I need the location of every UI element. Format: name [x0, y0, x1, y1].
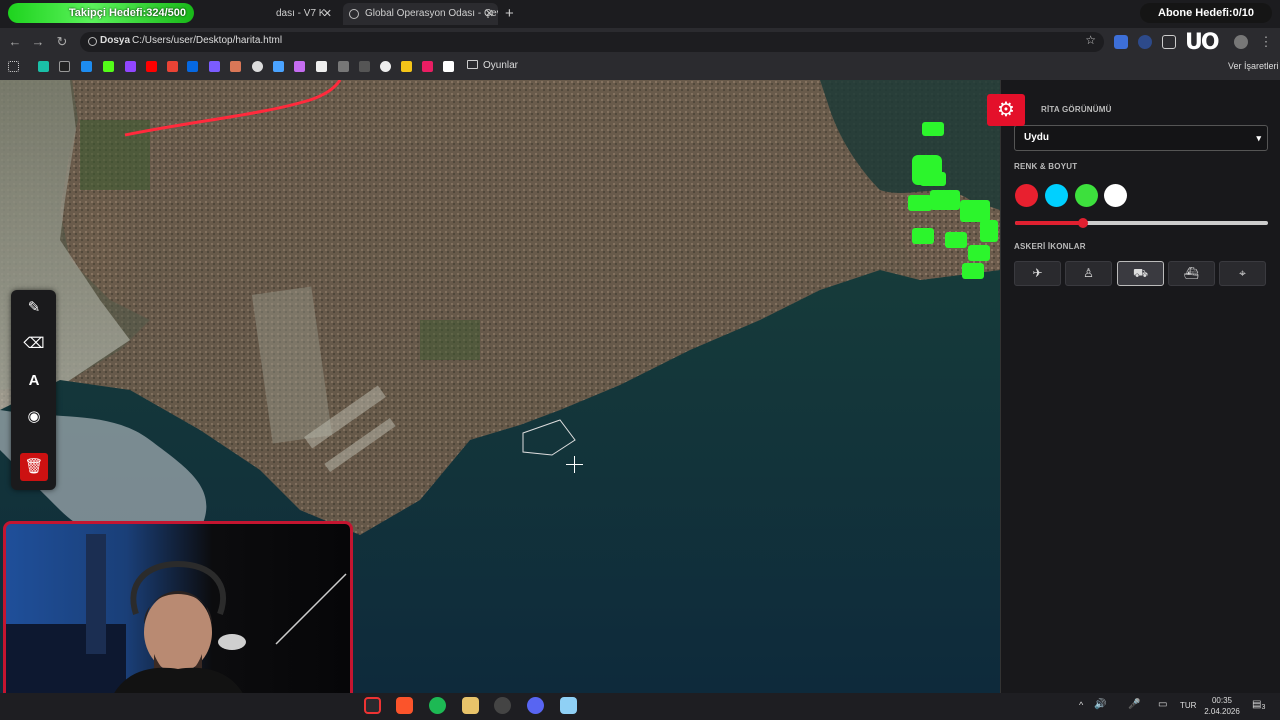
system-clock[interactable]: 00:35 2.04.2026 — [1196, 695, 1248, 717]
military-icons-label: ASKERİ İKONLAR — [1014, 242, 1086, 251]
streamer-video — [6, 534, 347, 713]
settings-gear-icon[interactable]: ⚙ — [987, 94, 1025, 126]
chevron-down-icon: ▾ — [1256, 133, 1261, 143]
browser-tab-active[interactable]: Global Operasyon Odası - Çev ✕ — [343, 3, 498, 25]
folder-icon — [467, 60, 478, 69]
size-slider-handle[interactable] — [1078, 218, 1089, 228]
close-icon[interactable]: ✕ — [485, 3, 494, 25]
close-icon[interactable]: ✕ — [323, 3, 332, 25]
text-tool-icon[interactable]: A — [20, 367, 48, 395]
volume-icon[interactable]: 🔊 — [1094, 699, 1106, 710]
tab-title: Global Operasyon Odası - Çev — [365, 8, 498, 19]
translate-icon[interactable] — [1114, 35, 1128, 49]
spotify-taskbar-icon[interactable] — [429, 697, 446, 714]
reload-icon[interactable]: ↻ — [54, 34, 70, 50]
bookmark-icon[interactable] — [294, 61, 305, 72]
bluesky-icon[interactable] — [81, 61, 92, 72]
eraser-icon[interactable]: ⌫ — [20, 330, 48, 358]
back-arrow-icon[interactable]: ← — [7, 34, 23, 49]
claude-icon[interactable] — [230, 61, 241, 72]
ship-icon[interactable]: ⛴ — [1168, 261, 1215, 286]
bookmark-icon[interactable] — [38, 61, 49, 72]
youtube-icon[interactable] — [146, 61, 157, 72]
color-swatch-cyan[interactable] — [1045, 184, 1068, 207]
pencil-icon[interactable]: ✎ — [20, 294, 48, 322]
twitch-icon[interactable] — [125, 61, 136, 72]
meta-icon[interactable] — [187, 61, 198, 72]
map-view-label: RİTA GÖRÜNÜMÜ — [1041, 105, 1112, 114]
extensions-icon[interactable] — [1162, 35, 1176, 49]
apps-grid-icon[interactable] — [8, 61, 19, 72]
plane-icon[interactable]: ✈ — [1014, 261, 1061, 286]
browser-toolbar: ← → ↻ Dosya C:/Users/user/Desktop/harita… — [0, 28, 1280, 56]
new-tab-button[interactable]: + — [505, 3, 519, 25]
globe-icon — [349, 9, 359, 19]
channel-logo: U​O — [1185, 30, 1220, 55]
bookmark-icon[interactable] — [359, 61, 370, 72]
chatgpt-icon[interactable] — [252, 61, 263, 72]
url-text[interactable]: C:/Users/user/Desktop/harita.html — [132, 35, 282, 46]
settings-panel: RİTA GÖRÜNÜMÜ Uydu ▾ RENK & BOYUT ASKERİ… — [1000, 80, 1280, 693]
clock-time: 00:35 — [1211, 696, 1233, 705]
clock-date: 2.04.2026 — [1204, 707, 1240, 716]
scheme-label: Dosya — [100, 35, 131, 46]
bookmark-icon[interactable] — [443, 61, 454, 72]
x-icon[interactable] — [59, 61, 70, 72]
avatar[interactable] — [1234, 35, 1248, 49]
folder-label: Oyunlar — [483, 60, 519, 71]
gmail-icon[interactable] — [167, 61, 178, 72]
subscriber-goal-overlay: Abone Hedefi:0/10 — [1140, 3, 1272, 23]
tab-title: dası - V7 K — [276, 8, 326, 19]
soldier-icon[interactable]: ♙ — [1065, 261, 1112, 286]
file-explorer-icon[interactable] — [462, 697, 479, 714]
browser-tab-bar: Takipçi Hedefi:324/500 dası - V7 K ✕ Glo… — [0, 0, 1280, 28]
color-swatch-white[interactable] — [1104, 184, 1127, 207]
size-slider[interactable] — [1015, 218, 1268, 228]
kick-icon[interactable] — [103, 61, 114, 72]
browser-tab[interactable]: dası - V7 K ✕ — [276, 3, 336, 25]
follower-goal-overlay: Takipçi Hedefi:324/500 — [8, 3, 194, 23]
notification-icon[interactable]: ▤3 — [1252, 699, 1265, 711]
menu-dots-icon[interactable]: ⋮ — [1258, 34, 1274, 50]
map-view-value: Uydu — [1024, 132, 1049, 143]
bookmark-icon[interactable] — [380, 61, 391, 72]
target-icon[interactable]: ⌖ — [1219, 261, 1266, 286]
color-swatch-red[interactable] — [1015, 184, 1038, 207]
network-icon[interactable]: ▭ — [1158, 699, 1167, 710]
star-icon[interactable]: ☆ — [1085, 33, 1096, 47]
bookmark-icon[interactable] — [401, 61, 412, 72]
webcam-overlay — [3, 521, 353, 716]
taskbar — [0, 693, 1280, 720]
notification-count: 3 — [1261, 704, 1266, 711]
bookmark-icon[interactable] — [422, 61, 433, 72]
drawing-toolbar: ✎ ⌫ A ◉ 🗑 — [11, 290, 56, 490]
brave-taskbar-icon[interactable] — [396, 697, 413, 714]
size-slider-fill — [1015, 221, 1084, 225]
microphone-icon[interactable]: 🎤 — [1128, 699, 1140, 710]
crosshair-cursor — [566, 456, 583, 473]
bookmark-icon[interactable] — [209, 61, 220, 72]
info-icon[interactable] — [88, 37, 97, 46]
gemini-icon[interactable] — [273, 61, 284, 72]
obs-taskbar-icon[interactable] — [494, 697, 511, 714]
address-bar[interactable]: Dosya C:/Users/user/Desktop/harita.html … — [80, 32, 1104, 52]
bookmark-icon[interactable] — [338, 61, 349, 72]
all-bookmarks-label[interactable]: Ver İşaretleri — [1228, 61, 1279, 71]
map-view-select[interactable]: Uydu ▾ — [1014, 125, 1268, 151]
language-indicator[interactable]: TUR — [1180, 701, 1196, 710]
discord-taskbar-icon[interactable] — [527, 697, 544, 714]
app-taskbar-icon[interactable] — [560, 697, 577, 714]
chrome-taskbar-icon[interactable] — [364, 697, 381, 714]
color-size-label: RENK & BOYUT — [1014, 162, 1078, 171]
bookmark-folder-oyunlar[interactable]: Oyunlar — [467, 60, 518, 71]
audio-extension-icon[interactable] — [1138, 35, 1152, 49]
color-swatch-green[interactable] — [1075, 184, 1098, 207]
forward-arrow-icon[interactable]: → — [30, 34, 46, 49]
bookmark-icon[interactable] — [316, 61, 327, 72]
marker-icon[interactable]: ◉ — [20, 403, 48, 431]
trash-icon[interactable]: 🗑 — [20, 453, 48, 481]
chevron-up-icon[interactable]: ^ — [1079, 700, 1083, 710]
tank-icon[interactable]: ⛟ — [1117, 261, 1164, 286]
